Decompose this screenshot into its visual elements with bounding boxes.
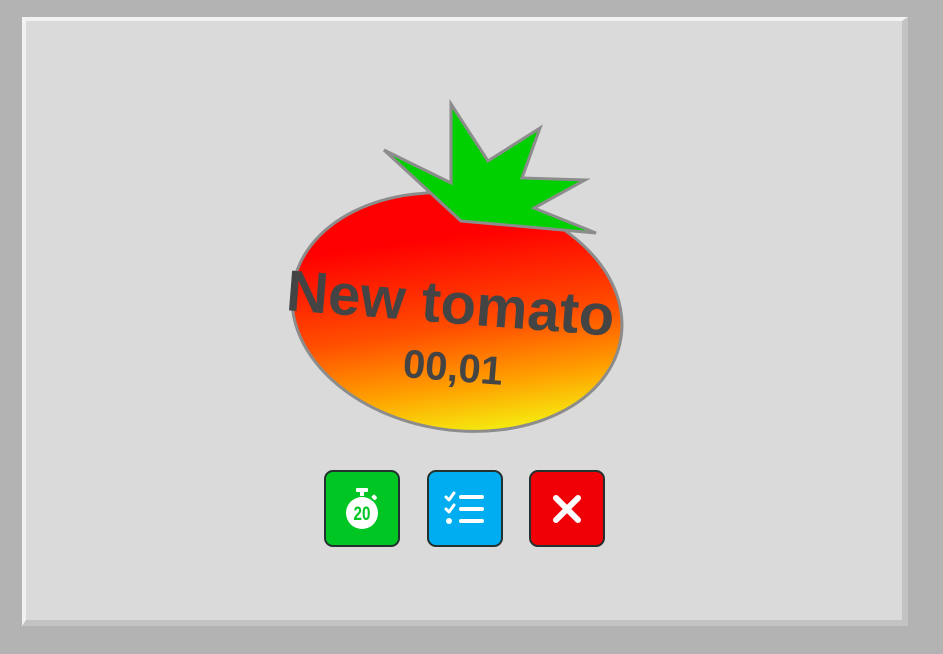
stopwatch-20-icon: 20 bbox=[346, 487, 378, 529]
close-button[interactable] bbox=[529, 470, 605, 547]
task-list-button[interactable] bbox=[427, 470, 503, 547]
tomato-graphic: New tomato 00,01 bbox=[284, 98, 624, 433]
stopwatch-badge: 20 bbox=[354, 502, 371, 524]
start-timer-button[interactable]: 20 bbox=[324, 470, 400, 547]
close-icon bbox=[553, 494, 581, 523]
checklist-icon bbox=[444, 491, 484, 524]
timer-value: 00,01 bbox=[401, 342, 504, 394]
